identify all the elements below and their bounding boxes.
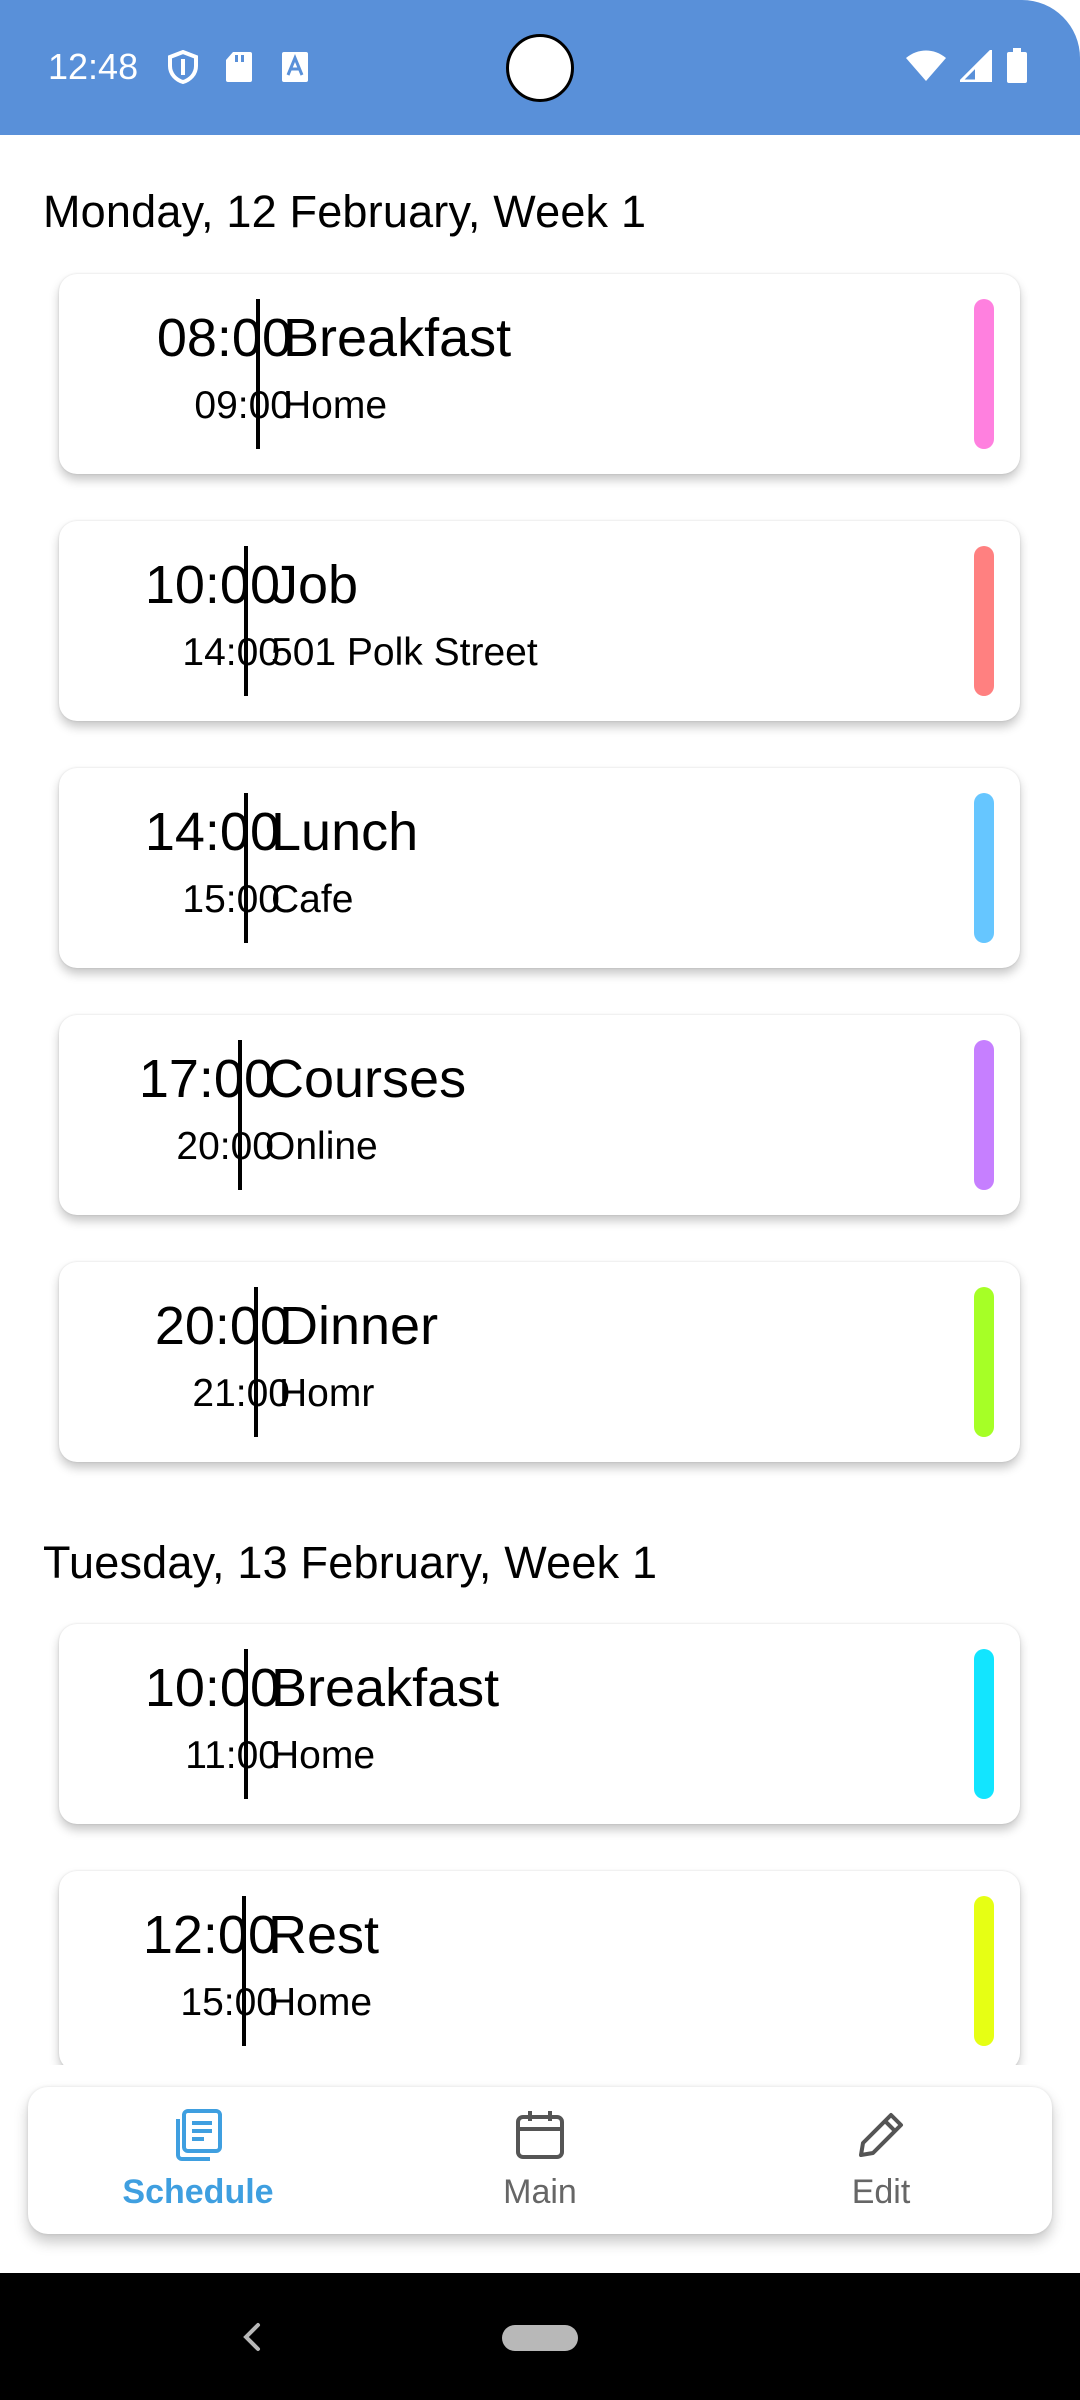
event-color-bar bbox=[974, 793, 994, 943]
event-title: Breakfast bbox=[271, 1658, 500, 1718]
event-title: Breakfast bbox=[283, 308, 512, 368]
event-end-time: 20:00 bbox=[176, 1125, 274, 1168]
event-start-time: 20:00 bbox=[154, 1296, 290, 1356]
bottom-nav: Schedule Main Edit bbox=[28, 2087, 1052, 2234]
shield-icon bbox=[166, 50, 200, 84]
nav-label: Edit bbox=[851, 2173, 911, 2211]
event-card[interactable]: 17:00 20:00 Courses Online bbox=[59, 1015, 1020, 1215]
event-end-time: 15:00 bbox=[182, 878, 280, 921]
back-icon[interactable] bbox=[232, 2313, 272, 2361]
text-a-icon bbox=[278, 50, 312, 84]
home-pill[interactable] bbox=[502, 2325, 578, 2351]
event-divider bbox=[244, 1649, 248, 1799]
event-end-time: 21:00 bbox=[192, 1372, 290, 1415]
event-start-time: 17:00 bbox=[138, 1049, 274, 1109]
nav-edit[interactable]: Edit bbox=[761, 2087, 1001, 2234]
nav-main[interactable]: Main bbox=[420, 2087, 660, 2234]
event-end-time: 15:00 bbox=[180, 1981, 278, 2024]
event-divider bbox=[256, 299, 260, 449]
event-place: Online bbox=[265, 1125, 378, 1168]
nav-label: Schedule bbox=[122, 2173, 274, 2211]
event-card[interactable]: 08:00 09:00 Breakfast Home bbox=[59, 274, 1020, 474]
event-place: Home bbox=[268, 1981, 373, 2024]
event-title: Rest bbox=[268, 1905, 380, 1965]
nav-label: Main bbox=[503, 2173, 577, 2211]
event-card[interactable]: 14:00 15:00 Lunch Cafe bbox=[59, 768, 1020, 968]
day-header: Monday, 12 February, Week 1 bbox=[43, 186, 647, 237]
event-place: Homr bbox=[279, 1372, 375, 1415]
event-divider bbox=[244, 546, 248, 696]
event-color-bar bbox=[974, 1040, 994, 1190]
event-start-time: 14:00 bbox=[144, 802, 280, 862]
event-start-time: 10:00 bbox=[144, 555, 280, 615]
event-place: Cafe bbox=[271, 878, 354, 921]
event-place: 501 Polk Street bbox=[271, 631, 538, 674]
event-color-bar bbox=[974, 1287, 994, 1437]
event-card[interactable]: 10:00 14:00 Job 501 Polk Street bbox=[59, 521, 1020, 721]
system-nav-bar bbox=[0, 2273, 1080, 2400]
event-end-time: 11:00 bbox=[185, 1734, 280, 1777]
event-end-time: 14:00 bbox=[182, 631, 280, 674]
calendar-icon bbox=[512, 2107, 568, 2163]
wifi-icon bbox=[906, 50, 946, 87]
event-color-bar bbox=[974, 299, 994, 449]
event-title: Dinner bbox=[279, 1296, 439, 1356]
event-start-time: 12:00 bbox=[142, 1905, 278, 1965]
event-divider bbox=[242, 1896, 246, 2046]
event-color-bar bbox=[974, 546, 994, 696]
event-divider bbox=[254, 1287, 258, 1437]
event-divider bbox=[244, 793, 248, 943]
event-start-time: 10:00 bbox=[144, 1658, 280, 1718]
camera-cutout bbox=[506, 34, 574, 102]
schedule-list-icon bbox=[170, 2107, 226, 2163]
pencil-icon bbox=[853, 2107, 909, 2163]
battery-icon bbox=[1006, 48, 1028, 89]
sd-card-icon bbox=[222, 50, 256, 84]
event-title: Job bbox=[271, 555, 359, 615]
event-color-bar bbox=[974, 1649, 994, 1799]
schedule-list[interactable]: Monday, 12 February, Week 1 08:00 09:00 … bbox=[0, 135, 1080, 2065]
status-bar: 12:48 bbox=[0, 0, 1080, 135]
event-color-bar bbox=[974, 1896, 994, 2046]
signal-icon bbox=[957, 47, 993, 87]
nav-schedule[interactable]: Schedule bbox=[78, 2087, 318, 2234]
event-card[interactable]: 20:00 21:00 Dinner Homr bbox=[59, 1262, 1020, 1462]
status-time: 12:48 bbox=[48, 46, 139, 87]
event-card[interactable]: 12:00 15:00 Rest Home bbox=[59, 1871, 1020, 2065]
event-place: Home bbox=[283, 384, 388, 427]
event-place: Home bbox=[271, 1734, 376, 1777]
event-card[interactable]: 10:00 11:00 Breakfast Home bbox=[59, 1624, 1020, 1824]
event-title: Courses bbox=[265, 1049, 467, 1109]
event-divider bbox=[238, 1040, 242, 1190]
event-end-time: 09:00 bbox=[194, 384, 292, 427]
event-start-time: 08:00 bbox=[156, 308, 292, 368]
event-title: Lunch bbox=[271, 802, 419, 862]
day-header: Tuesday, 13 February, Week 1 bbox=[43, 1537, 658, 1588]
